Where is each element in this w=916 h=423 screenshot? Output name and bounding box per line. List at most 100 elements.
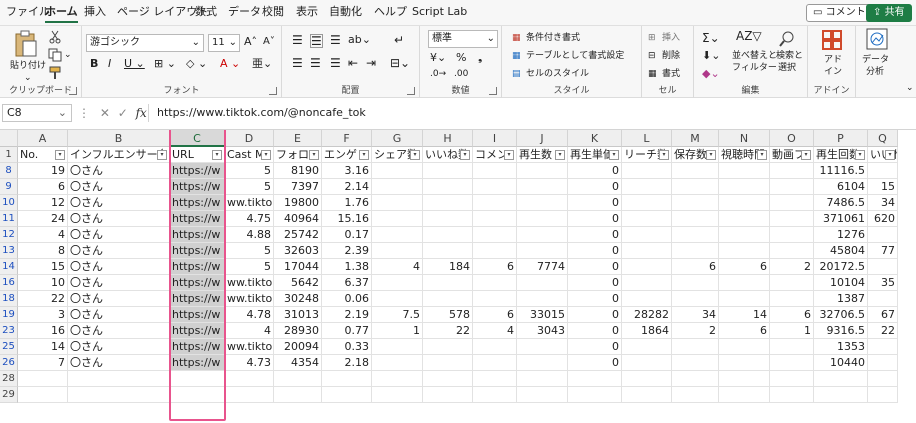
cell-m14[interactable]: 6 — [672, 259, 719, 275]
row-header-9[interactable]: 9 — [0, 179, 18, 195]
cell-m19[interactable]: 34 — [672, 307, 719, 323]
column-header-n[interactable]: N — [719, 130, 770, 147]
row-header-8[interactable]: 8 — [0, 163, 18, 179]
cell-empty[interactable] — [322, 387, 372, 403]
cell-d9[interactable]: 5 — [225, 179, 274, 195]
cell-i19[interactable]: 6 — [473, 307, 517, 323]
cell-styles-button[interactable]: セルのスタイル — [526, 68, 589, 80]
cell-b16[interactable]: 〇さん — [68, 275, 170, 291]
italic-icon[interactable]: I — [108, 58, 111, 70]
format-as-table-button[interactable]: テーブルとして書式設定 — [526, 50, 624, 62]
data-analysis-button-bottom[interactable]: 分析 — [866, 66, 884, 78]
cell-l11[interactable] — [622, 211, 672, 227]
cell-g14[interactable]: 4 — [372, 259, 423, 275]
cell-q11[interactable]: 620 — [868, 211, 898, 227]
cell-empty[interactable] — [225, 371, 274, 387]
cell-h12[interactable] — [423, 227, 473, 243]
cell-o9[interactable] — [770, 179, 814, 195]
cell-empty[interactable] — [68, 371, 170, 387]
sort-filter-label[interactable]: 並べ替えと — [732, 50, 777, 62]
header-cell-d[interactable]: Cast M ▾ — [225, 147, 274, 163]
column-header-h[interactable]: H — [423, 130, 473, 147]
cell-o26[interactable] — [770, 355, 814, 371]
cell-empty[interactable] — [719, 371, 770, 387]
cell-l12[interactable] — [622, 227, 672, 243]
cell-g25[interactable] — [372, 339, 423, 355]
tab-home[interactable]: ホーム — [45, 5, 78, 23]
align-top-icon[interactable]: ☰ — [292, 34, 303, 46]
cell-f18[interactable]: 0.06 — [322, 291, 372, 307]
cell-d14[interactable]: 5 — [225, 259, 274, 275]
cell-i18[interactable] — [473, 291, 517, 307]
cell-n12[interactable] — [719, 227, 770, 243]
cell-e26[interactable]: 4354 — [274, 355, 322, 371]
cell-p11[interactable]: 371061 — [814, 211, 868, 227]
column-header-d[interactable]: D — [225, 130, 274, 147]
row-header-25[interactable]: 25 — [0, 339, 18, 355]
cell-g9[interactable] — [372, 179, 423, 195]
copy-icon[interactable] — [48, 48, 62, 62]
cell-m16[interactable] — [672, 275, 719, 291]
collapse-ribbon-icon[interactable]: ⌄ — [906, 82, 914, 94]
cell-a26[interactable]: 7 — [18, 355, 68, 371]
row-header-13[interactable]: 13 — [0, 243, 18, 259]
cell-j11[interactable] — [517, 211, 568, 227]
cell-m26[interactable] — [672, 355, 719, 371]
cell-empty[interactable] — [274, 371, 322, 387]
cell-empty[interactable] — [517, 371, 568, 387]
filter-dropdown-icon[interactable]: ▾ — [55, 150, 65, 160]
cell-d16[interactable]: ww.tiktok. — [225, 275, 274, 291]
column-header-b[interactable]: B — [68, 130, 170, 147]
fill-color-icon[interactable]: ◇ ⌄ — [186, 58, 207, 70]
cell-q10[interactable]: 34 — [868, 195, 898, 211]
cell-f8[interactable]: 3.16 — [322, 163, 372, 179]
tab-view[interactable]: 表示 — [296, 5, 318, 19]
cell-k9[interactable]: 0 — [568, 179, 622, 195]
cell-p12[interactable]: 1276 — [814, 227, 868, 243]
filter-dropdown-icon[interactable]: ▾ — [261, 150, 271, 160]
row-header-28[interactable]: 28 — [0, 371, 18, 387]
insert-cells-button[interactable]: 挿入 — [662, 32, 680, 44]
cell-i11[interactable] — [473, 211, 517, 227]
column-header-q[interactable]: Q — [868, 130, 898, 147]
cell-empty[interactable] — [18, 371, 68, 387]
filter-dropdown-icon[interactable]: ▾ — [157, 150, 167, 160]
cell-g13[interactable] — [372, 243, 423, 259]
cell-i23[interactable]: 4 — [473, 323, 517, 339]
cell-empty[interactable] — [322, 371, 372, 387]
cell-a16[interactable]: 10 — [18, 275, 68, 291]
cell-p14[interactable]: 20172.5 — [814, 259, 868, 275]
cell-empty[interactable] — [814, 371, 868, 387]
row-header-19[interactable]: 19 — [0, 307, 18, 323]
header-cell-j[interactable]: 再生数 ▾ — [517, 147, 568, 163]
cell-q18[interactable] — [868, 291, 898, 307]
bold-icon[interactable]: B — [90, 58, 98, 70]
filter-dropdown-icon[interactable]: ▾ — [410, 150, 420, 160]
cell-o13[interactable] — [770, 243, 814, 259]
addins-icon[interactable] — [822, 30, 842, 50]
row-header-1[interactable]: 1 — [0, 147, 18, 163]
percent-icon[interactable]: % — [456, 52, 466, 64]
column-header-i[interactable]: I — [473, 130, 517, 147]
column-header-k[interactable]: K — [568, 130, 622, 147]
cell-q19[interactable]: 67 — [868, 307, 898, 323]
cell-b26[interactable]: 〇さん — [68, 355, 170, 371]
addins-button-top[interactable]: アド — [824, 54, 842, 66]
cell-q12[interactable] — [868, 227, 898, 243]
cell-j9[interactable] — [517, 179, 568, 195]
cell-q16[interactable]: 35 — [868, 275, 898, 291]
cell-b19[interactable]: 〇さん — [68, 307, 170, 323]
cell-i13[interactable] — [473, 243, 517, 259]
cell-g26[interactable] — [372, 355, 423, 371]
find-select-label[interactable]: 検索と — [776, 50, 803, 62]
cell-a9[interactable]: 6 — [18, 179, 68, 195]
data-analysis-button-top[interactable]: データ — [862, 54, 889, 66]
cell-g10[interactable] — [372, 195, 423, 211]
cell-j23[interactable]: 3043 — [517, 323, 568, 339]
cell-q9[interactable]: 15 — [868, 179, 898, 195]
increase-decimal-icon[interactable]: .0→ — [430, 68, 446, 80]
row-header-26[interactable]: 26 — [0, 355, 18, 371]
align-bottom-icon[interactable]: ☰ — [330, 34, 341, 46]
tab-review[interactable]: 校閲 — [262, 5, 284, 19]
cell-f11[interactable]: 15.16 — [322, 211, 372, 227]
